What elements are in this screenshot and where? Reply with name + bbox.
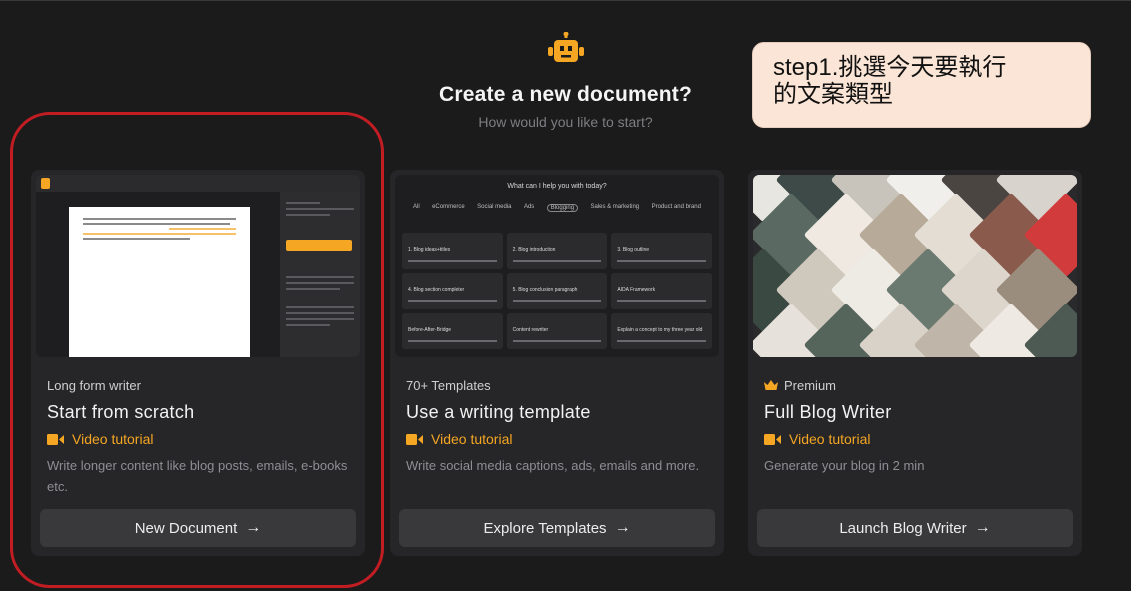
preview-item: Before-After-Bridge bbox=[408, 327, 452, 333]
robot-icon bbox=[547, 32, 584, 62]
card-title: Start from scratch bbox=[47, 402, 195, 422]
card-category-row: Premium bbox=[764, 378, 1070, 393]
preview-item: 1. Blog ideas+titles bbox=[408, 247, 451, 253]
editor-preview-image bbox=[36, 175, 360, 357]
blog-collage-image bbox=[753, 175, 1077, 357]
button-label: Explore Templates bbox=[483, 519, 607, 537]
card-description: Write social media captions, ads, emails… bbox=[406, 458, 700, 473]
templates-preview-image: What can I help you with today? All eCom… bbox=[395, 175, 719, 357]
templates-preview-grid: 1. Blog ideas+titles 2. Blog introductio… bbox=[402, 233, 712, 349]
card-long-form-writer[interactable]: Long form writer Start from scratch Vide… bbox=[31, 170, 365, 556]
card-description: Write longer content like blog posts, em… bbox=[47, 458, 348, 494]
video-tutorial-label: Video tutorial bbox=[431, 431, 513, 447]
preview-item: 5. Blog conclusion paragraph bbox=[512, 287, 578, 293]
card-title: Use a writing template bbox=[406, 402, 591, 422]
preview-tab: Product and brand bbox=[651, 204, 701, 210]
preview-item: Content rewriter bbox=[512, 327, 549, 333]
card-category: 70+ Templates bbox=[406, 378, 491, 393]
editor-toolbar bbox=[36, 175, 360, 192]
templates-preview-tabs: All eCommerce Social media Ads Blogging … bbox=[413, 204, 701, 212]
preview-tab: eCommerce bbox=[432, 204, 465, 210]
arrow-right-icon: → bbox=[614, 519, 631, 536]
video-tutorial-link[interactable]: Video tutorial bbox=[406, 431, 712, 447]
preview-tab: Ads bbox=[523, 204, 535, 210]
preview-item: 4. Blog section completer bbox=[408, 287, 465, 293]
top-divider bbox=[0, 0, 1131, 1]
video-tutorial-link[interactable]: Video tutorial bbox=[764, 431, 1070, 447]
preview-tab: All bbox=[413, 204, 420, 210]
card-description: Generate your blog in 2 min bbox=[764, 458, 925, 473]
card-category: Premium bbox=[784, 378, 837, 393]
editor-assistant-panel bbox=[280, 192, 360, 357]
arrow-right-icon: → bbox=[974, 519, 991, 536]
new-document-button[interactable]: New Document → bbox=[40, 509, 356, 547]
video-camera-icon bbox=[406, 433, 423, 445]
preview-item: AIDA Framework bbox=[617, 287, 656, 293]
card-category: Long form writer bbox=[47, 378, 141, 393]
explore-templates-button[interactable]: Explore Templates → bbox=[399, 509, 715, 547]
video-tutorial-link[interactable]: Video tutorial bbox=[47, 431, 353, 447]
preview-item: 2. Blog introduction bbox=[512, 247, 556, 253]
step-callout: step1.挑選今天要執行 的文案類型 bbox=[752, 42, 1091, 128]
crown-icon bbox=[764, 380, 778, 390]
button-label: New Document bbox=[134, 519, 238, 537]
templates-preview-heading: What can I help you with today? bbox=[507, 183, 607, 190]
card-templates[interactable]: What can I help you with today? All eCom… bbox=[390, 170, 724, 556]
callout-text-line2: 的文案類型 bbox=[773, 81, 893, 108]
card-title: Full Blog Writer bbox=[764, 402, 892, 422]
arrow-right-icon: → bbox=[245, 519, 262, 536]
preview-tab: Sales & marketing bbox=[590, 204, 640, 210]
preview-item: Explain a concept to my three year old bbox=[617, 327, 703, 333]
card-blog-writer[interactable]: Premium Full Blog Writer Video tutorial … bbox=[748, 170, 1082, 556]
preview-tab: Social media bbox=[477, 204, 512, 210]
video-tutorial-label: Video tutorial bbox=[72, 431, 154, 447]
launch-blog-writer-button[interactable]: Launch Blog Writer → bbox=[757, 509, 1073, 547]
video-tutorial-label: Video tutorial bbox=[789, 431, 871, 447]
video-camera-icon bbox=[47, 433, 64, 445]
callout-text-line1: step1.挑選今天要執行 bbox=[773, 54, 1007, 81]
video-camera-icon bbox=[764, 433, 781, 445]
preview-item: 3. Blog outline bbox=[617, 247, 650, 253]
editor-document bbox=[69, 207, 250, 357]
preview-tab: Blogging bbox=[546, 204, 579, 212]
button-label: Launch Blog Writer bbox=[839, 519, 967, 537]
